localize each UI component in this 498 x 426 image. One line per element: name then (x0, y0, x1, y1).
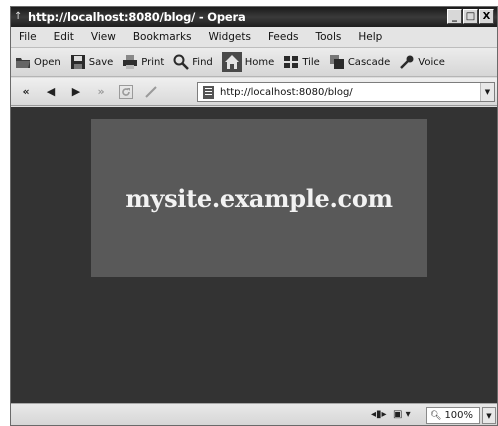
zoom-magnifier-icon: 🔍︎ (430, 410, 442, 421)
tile-button[interactable]: Tile (283, 54, 320, 70)
voice-button[interactable]: Voice (399, 54, 445, 70)
reload-icon (119, 84, 133, 99)
menu-file[interactable]: File (19, 31, 37, 43)
pen-icon (145, 85, 157, 98)
find-button[interactable]: Find (173, 54, 213, 70)
voice-label: Voice (418, 56, 445, 68)
menu-bar: File Edit View Bookmarks Widgets Feeds T… (11, 27, 497, 47)
status-bar: ◂▮▸ ▣ ▾ 🔍︎ 100% ▼ (11, 403, 497, 425)
magnifier-icon (173, 54, 190, 70)
menu-help[interactable]: Help (358, 31, 382, 43)
find-label: Find (192, 56, 213, 68)
window-title: http://localhost:8080/blog/ - Opera (28, 10, 246, 24)
close-button[interactable]: X (479, 9, 494, 24)
cascade-button[interactable]: Cascade (329, 54, 390, 70)
save-button[interactable]: Save (70, 54, 114, 70)
rewind-button[interactable]: « (17, 83, 35, 101)
zoom-value: 100% (444, 410, 474, 421)
url-text: http://localhost:8080/blog/ (220, 86, 353, 98)
back-button[interactable]: ◀ (42, 83, 60, 101)
floppy-icon (70, 54, 86, 70)
zoom-field[interactable]: 🔍︎ 100% (426, 407, 480, 424)
print-button[interactable]: Print (122, 54, 164, 70)
home-icon (221, 52, 242, 72)
tile-label: Tile (302, 56, 320, 68)
zoom-dropdown-icon[interactable]: ▼ (482, 407, 496, 424)
menu-bookmarks[interactable]: Bookmarks (133, 31, 192, 43)
address-bar: « ◀ ▶ » http://localhost:8080/blog/ ▼ (11, 78, 497, 106)
site-title: mysite.example.com (125, 183, 393, 213)
save-label: Save (88, 56, 114, 68)
microphone-icon (399, 54, 415, 70)
address-dropdown-icon[interactable]: ▼ (480, 83, 494, 101)
window-controls: _ □ X (447, 9, 494, 24)
folder-icon (15, 54, 31, 70)
cascade-icon (329, 54, 345, 70)
tile-icon (283, 54, 299, 70)
home-label: Home (244, 56, 275, 68)
open-button[interactable]: Open (15, 54, 61, 70)
main-toolbar: Open Save Print Find Home Tile Cascade V… (11, 47, 497, 77)
opera-app-icon: ↑ (14, 11, 23, 22)
fast-forward-button[interactable]: » (92, 83, 110, 101)
menu-widgets[interactable]: Widgets (209, 31, 251, 43)
title-bar: ↑ http://localhost:8080/blog/ - Opera _ … (11, 7, 497, 27)
minimize-button[interactable]: _ (447, 9, 462, 24)
menu-edit[interactable]: Edit (54, 31, 74, 43)
cascade-label: Cascade (347, 56, 391, 68)
maximize-button[interactable]: □ (463, 9, 478, 24)
forward-button[interactable]: ▶ (67, 83, 85, 101)
home-button[interactable]: Home (221, 52, 275, 72)
speaker-icon[interactable]: ◂▮▸ (371, 409, 387, 420)
print-label: Print (141, 56, 165, 68)
site-header-box: mysite.example.com (91, 119, 427, 277)
menu-view[interactable]: View (91, 31, 116, 43)
reload-button[interactable] (117, 83, 135, 101)
menu-tools[interactable]: Tools (316, 31, 342, 43)
edit-site-button[interactable] (142, 83, 160, 101)
printer-icon (122, 54, 138, 70)
page-viewport: mysite.example.com (11, 107, 497, 403)
view-mode-icon[interactable]: ▣ ▾ (393, 409, 411, 420)
browser-window: ↑ http://localhost:8080/blog/ - Opera _ … (10, 6, 498, 426)
page-icon (203, 85, 214, 99)
address-field[interactable]: http://localhost:8080/blog/ ▼ (197, 82, 495, 102)
open-label: Open (34, 56, 61, 68)
menu-feeds[interactable]: Feeds (268, 31, 299, 43)
